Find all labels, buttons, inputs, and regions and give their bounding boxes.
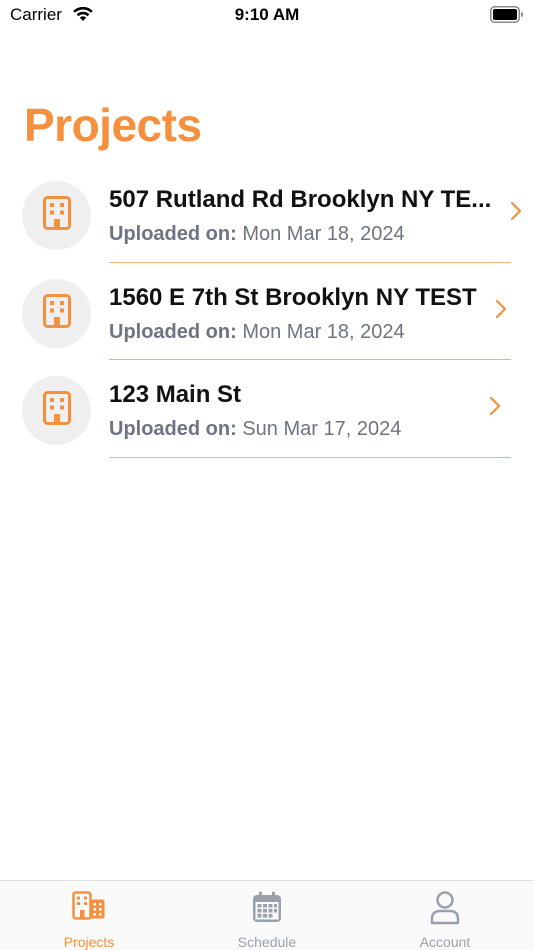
- building-icon: [42, 293, 71, 333]
- status-bar: Carrier 9:10 AM: [0, 0, 534, 32]
- chevron-right-icon: [510, 201, 522, 226]
- project-title: 507 Rutland Rd Brooklyn NY TE...: [109, 186, 492, 213]
- project-list: 507 Rutland Rd Brooklyn NY TE... Uploade…: [0, 165, 534, 458]
- project-avatar: [22, 181, 91, 250]
- uploaded-label: Uploaded on:: [109, 223, 237, 245]
- uploaded-label: Uploaded on:: [109, 320, 237, 343]
- project-row[interactable]: 123 Main St Uploaded on: Sun Mar 17, 202…: [0, 360, 534, 458]
- building-icon: [42, 196, 71, 235]
- tab-bar: Projects Schedule Account: [0, 880, 534, 950]
- project-row[interactable]: 1560 E 7th St Brooklyn NY TEST Uploaded …: [0, 263, 534, 360]
- uploaded-label: Uploaded on:: [109, 418, 237, 440]
- chevron-right-icon: [495, 299, 507, 324]
- tab-projects[interactable]: Projects: [0, 881, 178, 950]
- uploaded-date: Sun Mar 17, 2024: [242, 418, 402, 440]
- buildings-icon: [72, 891, 106, 926]
- project-avatar: [22, 376, 91, 445]
- page-title: Projects: [24, 99, 202, 151]
- uploaded-date: Mon Mar 18, 2024: [242, 223, 405, 245]
- tab-account[interactable]: Account: [356, 881, 534, 950]
- tab-label: Account: [419, 934, 471, 950]
- building-icon: [42, 391, 71, 430]
- clock: 9:10 AM: [234, 5, 300, 24]
- project-upload-date: Uploaded on: Mon Mar 18, 2024: [109, 321, 405, 344]
- tab-schedule[interactable]: Schedule: [178, 881, 356, 950]
- project-title: 1560 E 7th St Brooklyn NY TEST: [109, 283, 477, 311]
- project-title: 123 Main St: [109, 381, 242, 408]
- tab-label: Schedule: [237, 934, 297, 950]
- calendar-icon: [252, 891, 282, 928]
- project-row[interactable]: 507 Rutland Rd Brooklyn NY TE... Uploade…: [0, 165, 534, 263]
- project-upload-date: Uploaded on: Mon Mar 18, 2024: [109, 223, 405, 246]
- uploaded-date: Mon Mar 18, 2024: [242, 320, 405, 343]
- chevron-right-icon: [489, 396, 501, 421]
- row-divider: [109, 456, 511, 458]
- project-upload-date: Uploaded on: Sun Mar 17, 2024: [109, 418, 401, 441]
- battery-icon: [490, 6, 524, 28]
- person-icon: [430, 891, 460, 930]
- tab-label: Projects: [63, 934, 115, 950]
- project-avatar: [22, 278, 91, 348]
